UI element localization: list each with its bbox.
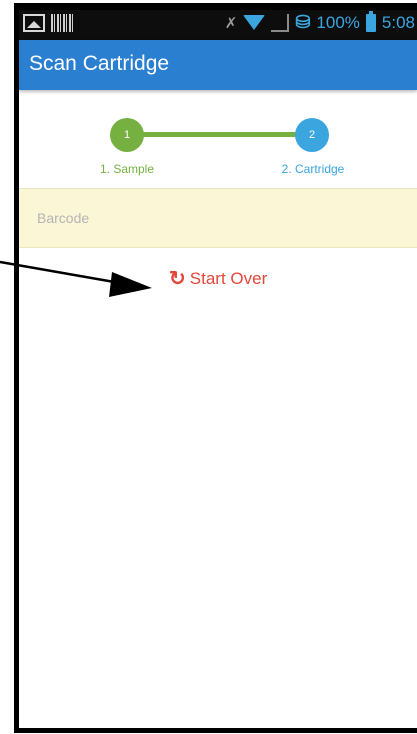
signal-icon <box>271 13 290 32</box>
phone-screen: ✗ ⛁ 100% 5:08 Scan Cartridge 1 2 1. Samp… <box>19 10 417 728</box>
step-1-label: 1. Sample <box>99 162 155 176</box>
step-2-circle: 2 <box>295 118 329 152</box>
network-icon: ⛁ <box>295 12 311 32</box>
stepper-connector <box>127 132 311 137</box>
battery-percent: 100% <box>316 12 360 32</box>
battery-icon <box>365 10 376 32</box>
barcode-field-container <box>19 188 417 248</box>
status-bar: ✗ ⛁ 100% 5:08 <box>19 10 417 40</box>
refresh-icon: ↻ <box>169 268 186 290</box>
progress-stepper: 1 2 1. Sample 2. Cartridge <box>19 90 417 185</box>
start-over-label: Start Over <box>189 269 268 288</box>
clock: 5:08 <box>381 12 415 32</box>
wifi-icon <box>243 15 266 30</box>
start-over-button[interactable]: ↻ Start Over <box>169 269 267 289</box>
status-bar-left <box>23 14 73 32</box>
step-1-circle: 1 <box>110 118 144 152</box>
mute-icon: ✗ <box>224 14 238 32</box>
page-title: Scan Cartridge <box>29 52 170 75</box>
barcode-input[interactable] <box>19 189 417 247</box>
image-icon <box>23 14 45 32</box>
app-bar: Scan Cartridge <box>19 40 417 90</box>
barcode-icon <box>51 14 73 32</box>
step-2-label: 2. Cartridge <box>281 162 345 176</box>
status-bar-right: ✗ ⛁ 100% 5:08 <box>224 10 415 33</box>
screenshot-canvas: ✗ ⛁ 100% 5:08 Scan Cartridge 1 2 1. Samp… <box>0 0 417 734</box>
